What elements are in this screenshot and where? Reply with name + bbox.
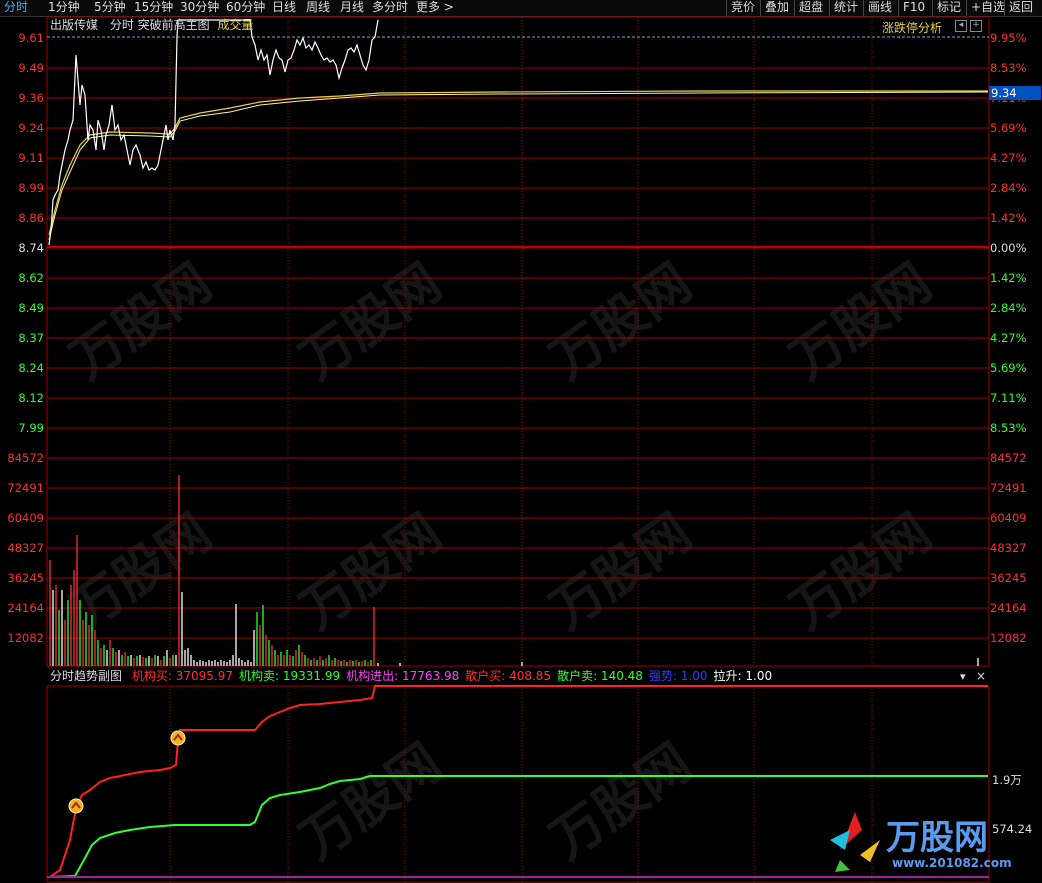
- volume-tick: 60409: [990, 511, 1027, 525]
- dropdown-icon[interactable]: ▾: [960, 670, 966, 683]
- indicator-4: 散户卖: 140.48: [557, 669, 643, 683]
- collapse-icon[interactable]: ◂: [955, 20, 967, 32]
- volume-tick: 24164: [990, 601, 1027, 615]
- indicator-3: 散户买: 408.85: [465, 669, 552, 683]
- volume-tick: 48327: [990, 541, 1027, 555]
- main-panel-frame: [46, 16, 990, 667]
- volume-tick: 84572: [7, 451, 44, 465]
- signal-marker: [68, 798, 84, 814]
- brand-logo: 万股网 www.201082.com: [820, 800, 1020, 880]
- price-tick: 8.37: [18, 331, 44, 345]
- add-icon[interactable]: +: [970, 20, 982, 32]
- volume-tick: 12082: [7, 631, 44, 645]
- price-tick: 8.86: [18, 211, 44, 225]
- percent-tick: 2.84%: [990, 301, 1027, 315]
- sub-axis-label: 1.9万: [992, 773, 1022, 787]
- volume-tick: 48327: [7, 541, 44, 555]
- avg-price-line: [48, 90, 988, 236]
- price-tick: 9.36: [18, 91, 44, 105]
- price-tick: 8.49: [18, 301, 44, 315]
- price-tick: 8.99: [18, 181, 44, 195]
- volume-tick: 12082: [990, 631, 1027, 645]
- price-tick: 9.11: [18, 151, 44, 165]
- brand-text: 万股网: [886, 818, 988, 858]
- indicator-0: 机构买: 37095.97: [131, 669, 233, 683]
- price-tick: 8.12: [18, 391, 44, 405]
- chart-title-bar: 出版传媒 分时 突破前高主图 成交量: [50, 17, 254, 34]
- limit-analysis-link[interactable]: 涨跌停分析: [882, 19, 942, 36]
- stock-name: 出版传媒: [50, 18, 99, 32]
- indicator-5: 强势: 1.00: [648, 669, 708, 683]
- percent-tick: 8.53%: [990, 421, 1027, 435]
- volume-tick: 24164: [7, 601, 44, 615]
- percent-tick: 9.95%: [990, 31, 1027, 45]
- volume-tick: 84572: [990, 451, 1027, 465]
- volume-tick: 36245: [7, 571, 44, 585]
- time-grid: [169, 17, 873, 882]
- price-tick: 8.24: [18, 361, 44, 375]
- price-grid: [47, 67, 989, 639]
- percent-tick: 5.69%: [990, 121, 1027, 135]
- volume-label: 成交量: [217, 18, 254, 32]
- price-tick: 7.99: [18, 421, 44, 435]
- chart-mode: 分时 突破前高主图: [109, 18, 210, 32]
- sub-chart-header: 分时趋势副图 机构买: 37095.97 机构卖: 19331.99 机构进出: 1…: [50, 667, 772, 685]
- volume-tick: 72491: [990, 481, 1027, 495]
- percent-tick: 7.11%: [990, 391, 1027, 405]
- percent-tick: 0.00%: [990, 241, 1027, 255]
- percent-tick: 5.69%: [990, 361, 1027, 375]
- percent-tick: 8.53%: [990, 61, 1027, 75]
- volume-tick: 72491: [7, 481, 44, 495]
- percent-tick: 2.84%: [990, 181, 1027, 195]
- price-tick: 9.61: [18, 31, 44, 45]
- indicator-1: 机构卖: 19331.99: [238, 669, 341, 683]
- volume-bars: [49, 475, 979, 666]
- indicator-2: 机构进出: 17763.98: [346, 669, 460, 683]
- price-tick: 8.74: [18, 241, 44, 255]
- brand-url: www.201082.com: [892, 856, 1012, 870]
- price-tick: 8.62: [18, 271, 44, 285]
- volume-tick: 36245: [990, 571, 1027, 585]
- percent-tick: 1.42%: [990, 271, 1027, 285]
- price-tick: 9.24: [18, 121, 44, 135]
- percent-tick: 4.27%: [990, 331, 1027, 345]
- percent-tick: 1.42%: [990, 211, 1027, 225]
- chart-canvas: [46, 16, 990, 883]
- current-price-tag: 9.34: [989, 86, 1041, 100]
- volume-tick: 60409: [7, 511, 44, 525]
- indicator-6: 拉升: 1.00: [713, 669, 773, 683]
- percent-tick: 4.27%: [990, 151, 1027, 165]
- price-line: [48, 19, 379, 246]
- price-tick: 9.49: [18, 61, 44, 75]
- sub-chart-title: 分时趋势副图: [50, 669, 123, 683]
- close-icon[interactable]: ×: [976, 669, 986, 683]
- signal-marker: [170, 730, 186, 746]
